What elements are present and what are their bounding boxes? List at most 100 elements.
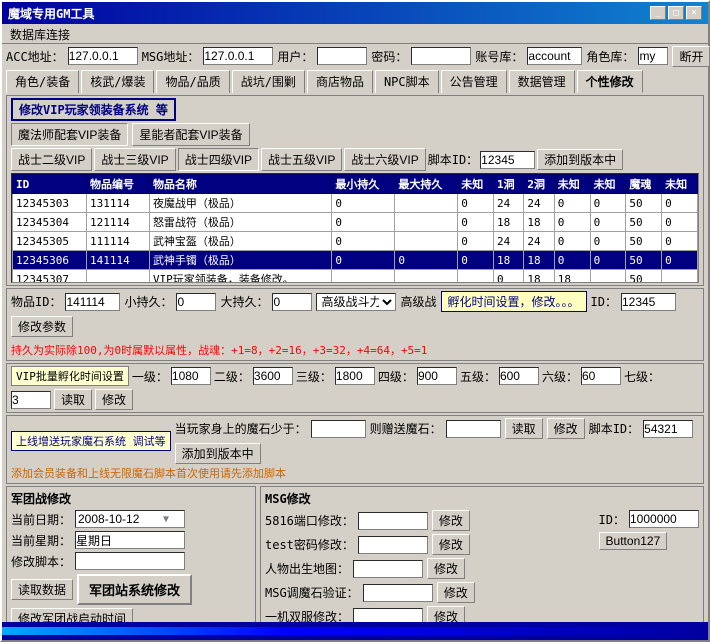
vip-level-5[interactable]: 战士五级VIP <box>261 148 342 171</box>
tab-character[interactable]: 角色/装备 <box>6 70 79 93</box>
msg-port-modify[interactable]: 修改 <box>432 510 470 531</box>
modify-params-button[interactable]: 修改参数 <box>11 316 73 337</box>
gift-script-id-input[interactable] <box>643 420 693 438</box>
guild-date-row: 当前日期： ▼ <box>11 510 251 528</box>
level2-input[interactable] <box>253 367 293 385</box>
tab-personal[interactable]: 个性修改 <box>577 70 643 93</box>
online-gift-controls: 当玩家身上的魔石少于： 则赠送魔石： 读取 修改 脚本ID： 添加到版本中 <box>175 418 699 464</box>
col-hole2: 2洞 <box>524 175 554 194</box>
tab-item[interactable]: 物品/品质 <box>156 70 229 93</box>
msg-port-input[interactable] <box>358 512 428 530</box>
date-dropdown-icon[interactable]: ▼ <box>163 514 169 525</box>
gift-script-id-label: 脚本ID： <box>589 420 639 437</box>
msg-map-label: 人物出生地图： <box>265 560 349 577</box>
msg-stone-input[interactable] <box>363 584 433 602</box>
guild-script-row: 修改脚本： <box>11 552 251 570</box>
msg-dual-input[interactable] <box>353 608 423 623</box>
stone-give-input[interactable] <box>446 420 501 438</box>
max-dur-input[interactable] <box>272 293 312 311</box>
level-fetch-button[interactable]: 读取 <box>54 389 92 410</box>
table-row[interactable]: 12345305111114武神宝盔（极品）00242400500 <box>13 232 698 251</box>
gift-modify-button[interactable]: 修改 <box>547 418 585 439</box>
tab-battle[interactable]: 战坑/围剿 <box>232 70 305 93</box>
guild-modify-time-button[interactable]: 修改军团战启动时间 <box>11 608 133 622</box>
guild-week-input[interactable] <box>75 531 185 549</box>
gift-fetch-button[interactable]: 读取 <box>505 418 543 439</box>
tab-npc[interactable]: NPC脚本 <box>375 70 439 93</box>
tab-data[interactable]: 数据管理 <box>509 70 575 93</box>
gift-add-button[interactable]: 添加到版本中 <box>175 443 261 464</box>
msg-stone-modify[interactable]: 修改 <box>437 582 475 603</box>
window-title: 魔域专用GM工具 <box>8 5 94 22</box>
msg-dual-modify[interactable]: 修改 <box>427 606 465 622</box>
disconnect-button[interactable]: 断开 <box>672 46 710 67</box>
close-button[interactable]: × <box>686 6 702 20</box>
level-modify-button[interactable]: 修改 <box>95 389 133 410</box>
col-hole1: 1洞 <box>494 175 524 194</box>
pass-input[interactable] <box>411 47 471 65</box>
user-input[interactable] <box>317 47 367 65</box>
guild-date-input[interactable] <box>78 512 163 526</box>
vip-subtab-mage[interactable]: 魔法师配套VIP装备 <box>11 123 128 146</box>
vip-level-tabs-row: 战士二级VIP 战士三级VIP 战士四级VIP 战士五级VIP 战士六级VIP … <box>11 148 699 171</box>
main-content: 修改VIP玩家领装备系统 等 魔法师配套VIP装备 星能者配套VIP装备 战士二… <box>2 93 708 622</box>
vip-level-6[interactable]: 战士六级VIP <box>344 148 425 171</box>
msg-dual-row: 一机双服修改： 修改 <box>265 606 583 622</box>
menu-item-db[interactable]: 数据库连接 <box>6 27 74 43</box>
vip-level-2[interactable]: 战士二级VIP <box>11 148 92 171</box>
tab-announcement[interactable]: 公告管理 <box>441 70 507 93</box>
tab-shop[interactable]: 商店物品 <box>307 70 373 93</box>
tab-nuclear[interactable]: 核武/爆装 <box>81 70 154 93</box>
id2-input[interactable] <box>621 293 676 311</box>
msg-dual-label: 一机双服修改： <box>265 608 349 622</box>
table-row[interactable]: 12345307VIP玩家领装备，装备修改。0181850 <box>13 270 698 284</box>
vip-level-3[interactable]: 战士三级VIP <box>94 148 175 171</box>
status-bar-progress <box>2 627 708 635</box>
msg-id-label: ID： <box>599 511 625 528</box>
role-db-label: 角色库： <box>586 48 634 65</box>
table-row[interactable]: 12345306141114武神手镯（极品）000181800500 <box>13 251 698 270</box>
msg-id-panel: ID： Button127 <box>591 510 699 622</box>
level5-input[interactable] <box>499 367 539 385</box>
vip-script-id-input[interactable] <box>480 151 535 169</box>
role-db-input[interactable] <box>638 47 668 65</box>
guild-date-label: 当前日期： <box>11 511 71 528</box>
level1-input[interactable] <box>171 367 211 385</box>
vip-subtab-star[interactable]: 星能者配套VIP装备 <box>132 123 249 146</box>
vip-add-to-version-button[interactable]: 添加到版本中 <box>537 149 623 170</box>
vip-sub-tabs: 魔法师配套VIP装备 星能者配套VIP装备 <box>11 123 699 146</box>
minimize-button[interactable]: _ <box>650 6 666 20</box>
table-row[interactable]: 12345304121114怒雷战符（极品）00181800500 <box>13 213 698 232</box>
table-row[interactable]: 12345303131114夜魔战甲（极品）00242400500 <box>13 194 698 213</box>
guild-script-input[interactable] <box>75 552 185 570</box>
stone-less-input[interactable] <box>311 420 366 438</box>
level6-input[interactable] <box>581 367 621 385</box>
button127[interactable]: Button127 <box>599 532 668 550</box>
guild-system-button[interactable]: 军团站系统修改 <box>77 574 192 605</box>
msg-id-input[interactable] <box>629 510 699 528</box>
msg-map-modify[interactable]: 修改 <box>427 558 465 579</box>
min-dur-input[interactable] <box>176 293 216 311</box>
guild-read-button[interactable]: 读取数据 <box>11 579 73 600</box>
level7-input[interactable] <box>11 391 51 409</box>
acc-input[interactable] <box>68 47 138 65</box>
msg-test-modify[interactable]: 修改 <box>432 534 470 555</box>
msg-map-input[interactable] <box>353 560 423 578</box>
acc-label: ACC地址： <box>6 48 64 65</box>
level4-input[interactable] <box>417 367 457 385</box>
msg-test-label: test密码修改： <box>265 536 354 553</box>
col-soul: 魔魂 <box>626 175 662 194</box>
msg-input[interactable] <box>203 47 273 65</box>
bottom-section: 军团战修改 当前日期： ▼ 当前星期： 修改脚本： 读取 <box>6 486 704 622</box>
pass-label: 密码： <box>371 48 407 65</box>
account-db-input[interactable] <box>527 47 582 65</box>
vip-level-4[interactable]: 战士四级VIP <box>178 148 259 171</box>
item-id-input[interactable] <box>65 293 120 311</box>
msg-test-input[interactable] <box>358 536 428 554</box>
level3-input[interactable] <box>335 367 375 385</box>
level-config-section: VIP批量孵化时间设置 一级： 二级： 三级： 四级： 五级： 六级： 七级： … <box>6 363 704 413</box>
msg-id-row: ID： <box>599 510 699 528</box>
guild-script-label: 修改脚本： <box>11 553 71 570</box>
maximize-button[interactable]: □ <box>668 6 684 20</box>
combat-select[interactable]: 高级战斗力 <box>316 293 396 311</box>
